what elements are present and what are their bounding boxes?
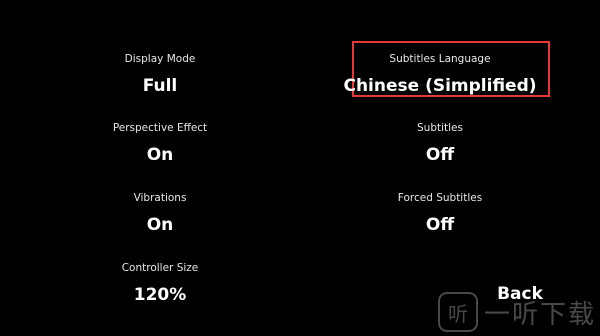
setting-display-mode[interactable]: Display Mode Full bbox=[40, 52, 280, 96]
vibrations-value[interactable]: On bbox=[40, 215, 280, 235]
watermark: 听 一听下载 bbox=[437, 292, 596, 332]
display-mode-label: Display Mode bbox=[124, 53, 196, 65]
forced-subtitles-value[interactable]: Off bbox=[320, 215, 560, 235]
subtitles-label: Subtitles bbox=[417, 122, 463, 134]
setting-controller-size[interactable]: Controller Size 120% bbox=[40, 261, 280, 305]
setting-perspective-effect[interactable]: Perspective Effect On bbox=[40, 121, 280, 165]
setting-forced-subtitles[interactable]: Forced Subtitles Off bbox=[320, 191, 560, 235]
controller-size-value[interactable]: 120% bbox=[40, 285, 280, 305]
subtitles-language-label: Subtitles Language bbox=[389, 53, 491, 65]
setting-subtitles[interactable]: Subtitles Off bbox=[320, 121, 560, 165]
setting-vibrations[interactable]: Vibrations On bbox=[40, 191, 280, 235]
display-mode-value[interactable]: Full bbox=[40, 76, 280, 96]
watermark-logo-icon: 听 bbox=[437, 292, 478, 332]
controller-size-label: Controller Size bbox=[121, 262, 199, 274]
setting-subtitles-language[interactable]: Subtitles Language Chinese (Simplified) bbox=[320, 52, 560, 96]
subtitles-value[interactable]: Off bbox=[320, 145, 560, 165]
watermark-text: 一听下载 bbox=[483, 299, 596, 330]
perspective-effect-value[interactable]: On bbox=[40, 145, 280, 165]
subtitles-language-value[interactable]: Chinese (Simplified) bbox=[320, 76, 560, 96]
vibrations-label: Vibrations bbox=[133, 192, 187, 204]
watermark-logo-glyph: 听 bbox=[447, 301, 468, 326]
forced-subtitles-label: Forced Subtitles bbox=[397, 192, 483, 204]
perspective-effect-label: Perspective Effect bbox=[112, 122, 208, 134]
